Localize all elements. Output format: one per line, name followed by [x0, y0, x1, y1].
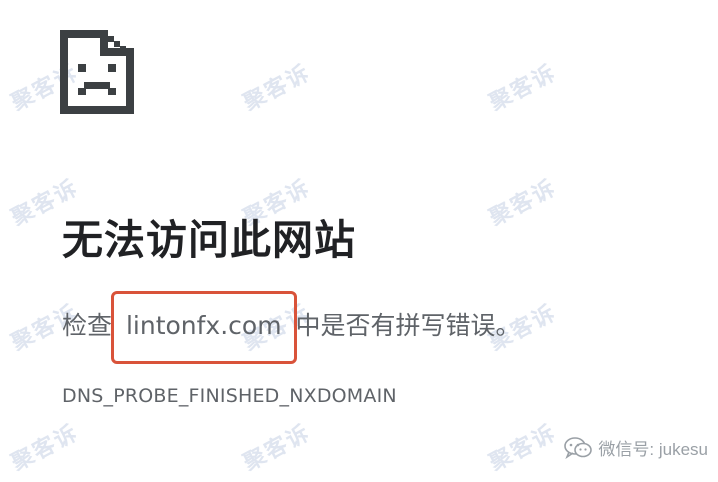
watermark-text: 聚客诉	[485, 420, 561, 477]
sad-document-icon	[60, 30, 134, 114]
error-headline: 无法访问此网站	[62, 216, 356, 264]
watermark-text: 聚客诉	[239, 420, 315, 477]
watermark-text: 聚客诉	[7, 420, 83, 477]
error-suggestion: 检查 lintonfx.com 中是否有拼写错误。	[62, 291, 521, 364]
error-code: DNS_PROBE_FINISHED_NXDOMAIN	[62, 385, 397, 407]
wechat-credit: 微信号: jukesu	[564, 435, 708, 460]
watermark-text: 聚客诉	[485, 60, 561, 117]
watermark-text: 聚客诉	[485, 175, 561, 232]
wechat-icon	[564, 436, 593, 459]
credit-text: 微信号: jukesu	[598, 440, 708, 459]
watermark-text: 聚客诉	[239, 60, 315, 117]
suggestion-suffix: 中是否有拼写错误。	[287, 311, 521, 340]
domain-name: lintonfx.com	[110, 291, 297, 364]
